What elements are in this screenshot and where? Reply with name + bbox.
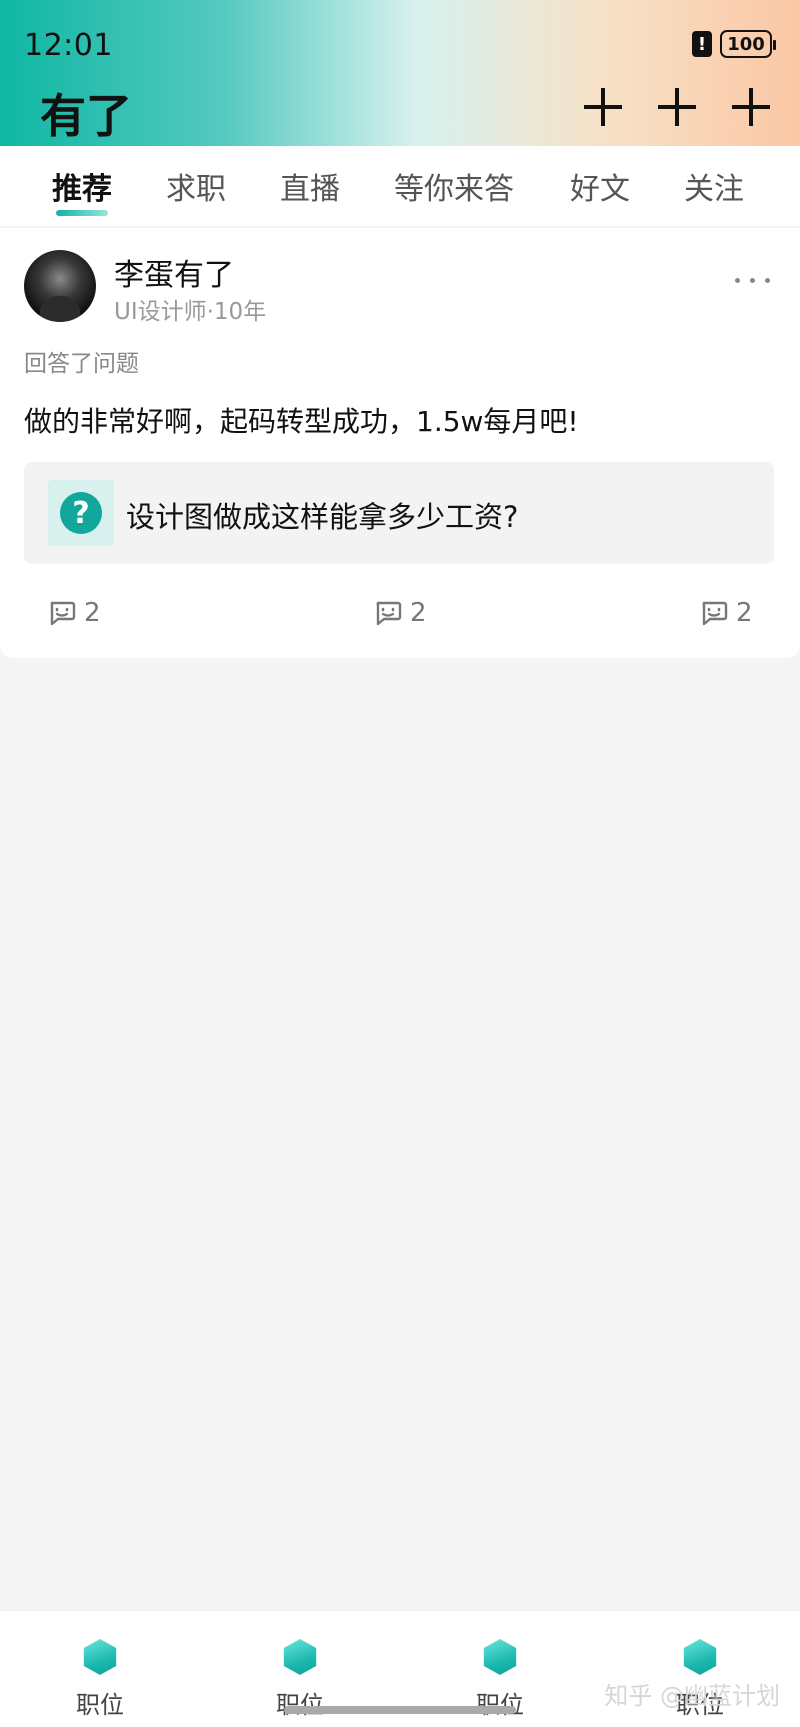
nav-item-jobs[interactable]: 职位: [45, 1639, 155, 1720]
comment-icon: [376, 601, 402, 626]
avatar[interactable]: [24, 250, 96, 322]
battery-alert-icon: !: [692, 31, 712, 57]
more-dot: [735, 278, 740, 283]
plus-icon[interactable]: [584, 88, 622, 126]
page: 12:01 ! 100 有了 推荐 求职 直播 等你来答 好文 关注 李蛋有了 …: [0, 0, 800, 1727]
comment-stat[interactable]: 2: [700, 598, 753, 628]
app-title: 有了: [40, 89, 132, 143]
more-dot: [765, 278, 770, 283]
battery-level: 100: [727, 33, 765, 55]
comment-icon: [702, 601, 728, 626]
hexagon-icon: [83, 1639, 117, 1675]
tab-articles[interactable]: 好文: [570, 164, 630, 208]
comment-count: 2: [84, 598, 101, 628]
question-link[interactable]: ? 设计图做成这样能拿多少工资?: [24, 462, 774, 564]
hexagon-icon: [483, 1639, 517, 1675]
header-actions: [584, 88, 770, 126]
more-icon[interactable]: [735, 278, 770, 283]
hexagon-icon: [683, 1639, 717, 1675]
nav-label: 职位: [476, 1691, 524, 1719]
plus-icon[interactable]: [658, 88, 696, 126]
comment-icon: [50, 601, 76, 626]
post-card[interactable]: 李蛋有了 UI设计师·10年 回答了问题 做的非常好啊，起码转型成功，1.5w每…: [0, 228, 800, 658]
watermark: 知乎 @幽蓝计划: [604, 1682, 780, 1710]
comment-count: 2: [736, 598, 753, 628]
post-action-label: 回答了问题: [24, 351, 139, 377]
more-dot: [750, 278, 755, 283]
plus-icon[interactable]: [732, 88, 770, 126]
comment-count: 2: [410, 598, 427, 628]
tab-bar: 推荐 求职 直播 等你来答 好文 关注: [0, 146, 800, 226]
answer-text[interactable]: 做的非常好啊，起码转型成功，1.5w每月吧!: [24, 400, 579, 440]
nav-label: 职位: [276, 1691, 324, 1719]
app-header: 12:01 ! 100 有了: [0, 0, 800, 146]
question-text: 设计图做成这样能拿多少工资?: [126, 500, 519, 534]
author-name[interactable]: 李蛋有了: [114, 250, 234, 294]
tab-job-seeking[interactable]: 求职: [166, 164, 226, 208]
hexagon-icon: [283, 1639, 317, 1675]
battery-icon: 100: [720, 30, 776, 58]
tab-following[interactable]: 关注: [684, 164, 744, 208]
author-meta: UI设计师·10年: [114, 299, 267, 325]
status-time: 12:01: [24, 28, 113, 63]
tab-live[interactable]: 直播: [280, 164, 340, 208]
comment-stat[interactable]: 2: [48, 598, 101, 628]
status-indicators: ! 100: [692, 30, 776, 58]
comment-stat[interactable]: 2: [374, 598, 427, 628]
home-indicator[interactable]: [284, 1706, 516, 1714]
tab-waiting-answers[interactable]: 等你来答: [394, 164, 514, 208]
tab-recommend[interactable]: 推荐: [52, 164, 112, 216]
question-icon-wrap: ?: [48, 480, 114, 546]
nav-label: 职位: [76, 1691, 124, 1719]
question-icon: ?: [60, 492, 102, 534]
